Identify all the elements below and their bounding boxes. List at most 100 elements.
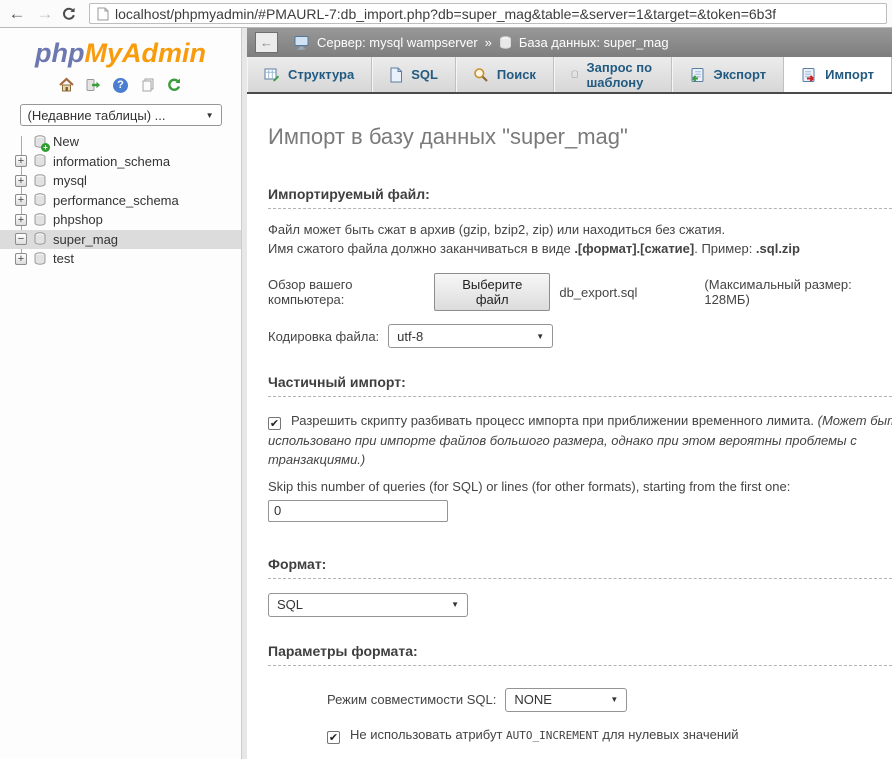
hint-prefix: Имя сжатого файла должно заканчиваться в… [268, 241, 574, 256]
tree-item-phpshop[interactable]: + phpshop [0, 210, 241, 230]
home-button[interactable] [58, 77, 75, 94]
sql-compat-value: NONE [514, 692, 552, 707]
file-upload-row: Обзор вашего компьютера: Выберите файл d… [268, 273, 892, 311]
database-icon [33, 154, 47, 168]
skip-queries-input[interactable] [268, 500, 448, 522]
help-button[interactable]: ? [112, 77, 129, 94]
tree-expander[interactable]: + [15, 214, 27, 226]
tab-export[interactable]: Экспорт [672, 57, 784, 92]
choose-file-button[interactable]: Выберите файл [434, 273, 550, 311]
tree-expander[interactable]: − [15, 233, 27, 245]
database-new-icon: + [33, 135, 47, 149]
logo-myadmin-text: MyAdmin [84, 38, 206, 68]
breadcrumb-database-link[interactable]: База данных: super_mag [519, 35, 669, 50]
hint-mid: . Пример: [694, 241, 756, 256]
tree-item-test[interactable]: + test [0, 249, 241, 269]
section-heading-format-options: Параметры формата: [268, 643, 892, 666]
tab-sql[interactable]: SQL [372, 57, 456, 92]
sidebar-icon-row: ? [0, 76, 241, 94]
format-select[interactable]: SQL ▼ [268, 593, 468, 617]
tree-expander[interactable]: + [15, 175, 27, 187]
address-bar[interactable]: localhost/phpmyadmin/#PMAURL-7:db_import… [89, 3, 887, 24]
tree-item-label: performance_schema [53, 193, 179, 208]
tree-item-label: test [53, 251, 74, 266]
sql-compat-select[interactable]: NONE ▼ [505, 688, 627, 712]
auto-increment-checkbox[interactable]: ✔ [327, 731, 340, 744]
search-icon [473, 67, 489, 83]
import-page: Импорт в базу данных "super_mag" Импорти… [247, 94, 892, 759]
recent-tables-label: (Недавние таблицы) ... [28, 108, 166, 123]
tree-item-mysql[interactable]: + mysql [0, 171, 241, 191]
selected-file-name: db_export.sql [559, 285, 637, 300]
tree-item-label: information_schema [53, 154, 170, 169]
sql-compat-row: Режим совместимости SQL: NONE ▼ [327, 688, 892, 712]
tab-search[interactable]: Поиск [456, 57, 554, 92]
hint-example: .sql.zip [756, 241, 800, 256]
charset-label: Кодировка файла: [268, 329, 379, 344]
query-window-button[interactable] [139, 77, 156, 94]
chevron-down-icon: ▼ [536, 332, 544, 341]
tree-expander[interactable]: + [15, 194, 27, 206]
database-icon [33, 213, 47, 227]
structure-icon [264, 67, 280, 83]
chevron-down-icon: ▼ [206, 111, 214, 120]
recent-tables-select[interactable]: (Недавние таблицы) ... ▼ [20, 104, 222, 126]
allow-interrupt-row: ✔Разрешить скрипту разбивать процесс имп… [268, 411, 892, 470]
chevron-down-icon: ▼ [451, 600, 459, 609]
database-icon [33, 252, 47, 266]
hide-sidebar-button[interactable]: ← [255, 32, 278, 53]
tab-bar: Структура SQL Поиск [247, 57, 892, 94]
max-upload-size: (Максимальный размер: 128МБ) [704, 277, 892, 307]
tree-expander[interactable]: + [15, 155, 27, 167]
charset-select[interactable]: utf-8 ▼ [388, 324, 553, 348]
home-icon [58, 77, 75, 93]
sql-compat-label: Режим совместимости SQL: [327, 692, 496, 707]
tab-query-by-example[interactable]: Запрос по шаблону [554, 57, 672, 92]
browser-forward-button[interactable]: → [33, 4, 57, 24]
tab-structure[interactable]: Структура [247, 57, 372, 92]
database-tree: + New + information_schema + mysql + [0, 132, 241, 269]
breadcrumb-server-link[interactable]: Сервер: mysql wampserver [317, 35, 478, 50]
tab-label: Экспорт [713, 67, 766, 82]
auto-increment-label-suffix: для нулевых значений [599, 727, 739, 742]
logout-button[interactable] [85, 77, 102, 94]
tree-item-label: phpshop [53, 212, 103, 227]
file-hint-line1: Файл может быть сжат в архив (gzip, bzip… [268, 221, 892, 238]
skip-queries-label: Skip this number of queries (for SQL) or… [268, 479, 892, 494]
tree-item-super-mag[interactable]: − super_mag [0, 230, 241, 250]
tree-item-performance-schema[interactable]: + performance_schema [0, 191, 241, 211]
export-icon [689, 67, 705, 83]
breadcrumb-separator: » [485, 35, 492, 50]
browser-back-button[interactable]: ← [5, 4, 29, 24]
logo-php-text: php [35, 38, 84, 68]
allow-interrupt-checkbox[interactable]: ✔ [268, 417, 281, 430]
section-heading-file: Импортируемый файл: [268, 186, 892, 209]
logout-icon [85, 77, 102, 93]
main-panel: ← Сервер: mysql wampserver » База данных… [247, 28, 892, 759]
browser-toolbar: ← → localhost/phpmyadmin/#PMAURL-7:db_im… [0, 0, 892, 28]
page-title: Импорт в базу данных "super_mag" [268, 124, 892, 150]
reload-icon [166, 77, 183, 93]
sql-file-icon [389, 67, 403, 83]
charset-row: Кодировка файла: utf-8 ▼ [268, 324, 892, 348]
tree-expander[interactable]: + [15, 253, 27, 265]
auto-increment-code: AUTO_INCREMENT [506, 729, 599, 742]
section-heading-partial: Частичный импорт: [268, 374, 892, 397]
database-icon [33, 193, 47, 207]
server-icon [294, 35, 310, 50]
query-icon [571, 67, 579, 82]
phpmyadmin-logo[interactable]: phpMyAdmin [0, 38, 241, 69]
reload-navigation-button[interactable] [166, 77, 183, 94]
tab-label: Структура [288, 67, 354, 82]
database-icon [499, 36, 512, 50]
browser-refresh-button[interactable] [61, 6, 85, 22]
format-value: SQL [277, 597, 303, 612]
tab-import[interactable]: Импорт [784, 57, 892, 92]
tree-item-information-schema[interactable]: + information_schema [0, 152, 241, 172]
tab-label: Запрос по шаблону [586, 60, 654, 90]
tab-label: Поиск [497, 67, 536, 82]
tree-item-new-database[interactable]: + New [0, 132, 241, 152]
import-icon [801, 67, 817, 83]
url-text: localhost/phpmyadmin/#PMAURL-7:db_import… [115, 6, 776, 22]
file-hint-line2: Имя сжатого файла должно заканчиваться в… [268, 240, 892, 257]
